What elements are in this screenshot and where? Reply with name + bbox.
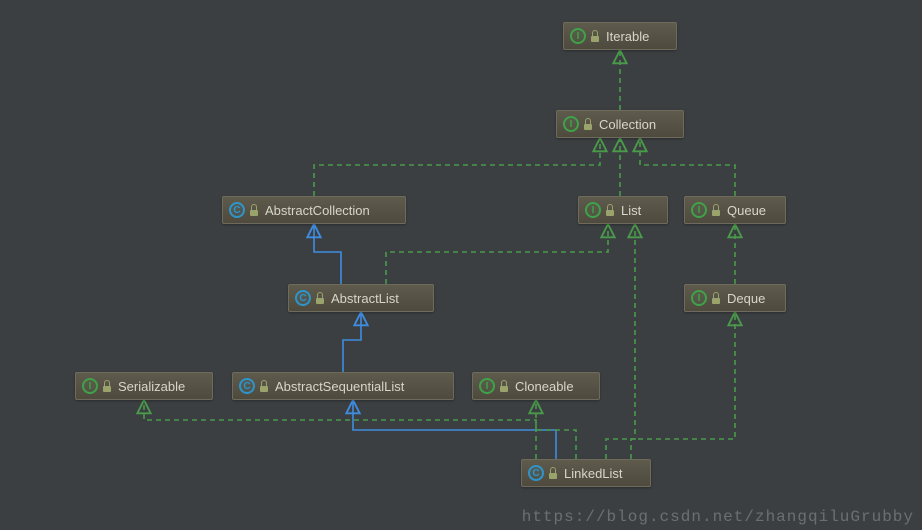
interface-icon: I bbox=[585, 202, 601, 218]
edge bbox=[631, 312, 735, 459]
interface-icon: I bbox=[82, 378, 98, 394]
edge bbox=[343, 312, 361, 372]
node-queue: I Queue bbox=[684, 196, 786, 224]
interface-icon: I bbox=[691, 290, 707, 306]
class-icon: C bbox=[528, 465, 544, 481]
node-label: AbstractSequentialList bbox=[275, 379, 404, 394]
node-abstractlist: C AbstractList bbox=[288, 284, 434, 312]
lock-icon bbox=[499, 380, 509, 392]
interface-icon: I bbox=[691, 202, 707, 218]
lock-icon bbox=[102, 380, 112, 392]
edge bbox=[353, 400, 556, 459]
uml-diagram-edges bbox=[0, 0, 922, 530]
edge bbox=[386, 224, 608, 284]
node-deque: I Deque bbox=[684, 284, 786, 312]
lock-icon bbox=[315, 292, 325, 304]
node-abstractseqlist: C AbstractSequentialList bbox=[232, 372, 454, 400]
node-label: List bbox=[621, 203, 641, 218]
lock-icon bbox=[583, 118, 593, 130]
edge bbox=[606, 224, 635, 459]
interface-icon: I bbox=[563, 116, 579, 132]
node-label: Serializable bbox=[118, 379, 185, 394]
lock-icon bbox=[259, 380, 269, 392]
lock-icon bbox=[590, 30, 600, 42]
lock-icon bbox=[605, 204, 615, 216]
edge bbox=[314, 138, 600, 196]
node-label: Cloneable bbox=[515, 379, 574, 394]
edge bbox=[640, 138, 735, 196]
node-label: Collection bbox=[599, 117, 656, 132]
class-icon: C bbox=[239, 378, 255, 394]
node-linkedlist: C LinkedList bbox=[521, 459, 651, 487]
lock-icon bbox=[711, 204, 721, 216]
node-label: Deque bbox=[727, 291, 765, 306]
node-list: I List bbox=[578, 196, 668, 224]
class-icon: C bbox=[229, 202, 245, 218]
node-label: LinkedList bbox=[564, 466, 623, 481]
class-icon: C bbox=[295, 290, 311, 306]
lock-icon bbox=[548, 467, 558, 479]
node-cloneable: I Cloneable bbox=[472, 372, 600, 400]
interface-icon: I bbox=[479, 378, 495, 394]
edge bbox=[314, 224, 341, 284]
lock-icon bbox=[711, 292, 721, 304]
watermark-text: https://blog.csdn.net/zhangqiluGrubby bbox=[522, 508, 914, 526]
node-label: AbstractList bbox=[331, 291, 399, 306]
node-collection: I Collection bbox=[556, 110, 684, 138]
node-label: AbstractCollection bbox=[265, 203, 370, 218]
lock-icon bbox=[249, 204, 259, 216]
node-abstractcollection: C AbstractCollection bbox=[222, 196, 406, 224]
node-serializable: I Serializable bbox=[75, 372, 213, 400]
node-label: Iterable bbox=[606, 29, 649, 44]
node-iterable: I Iterable bbox=[563, 22, 677, 50]
node-label: Queue bbox=[727, 203, 766, 218]
interface-icon: I bbox=[570, 28, 586, 44]
